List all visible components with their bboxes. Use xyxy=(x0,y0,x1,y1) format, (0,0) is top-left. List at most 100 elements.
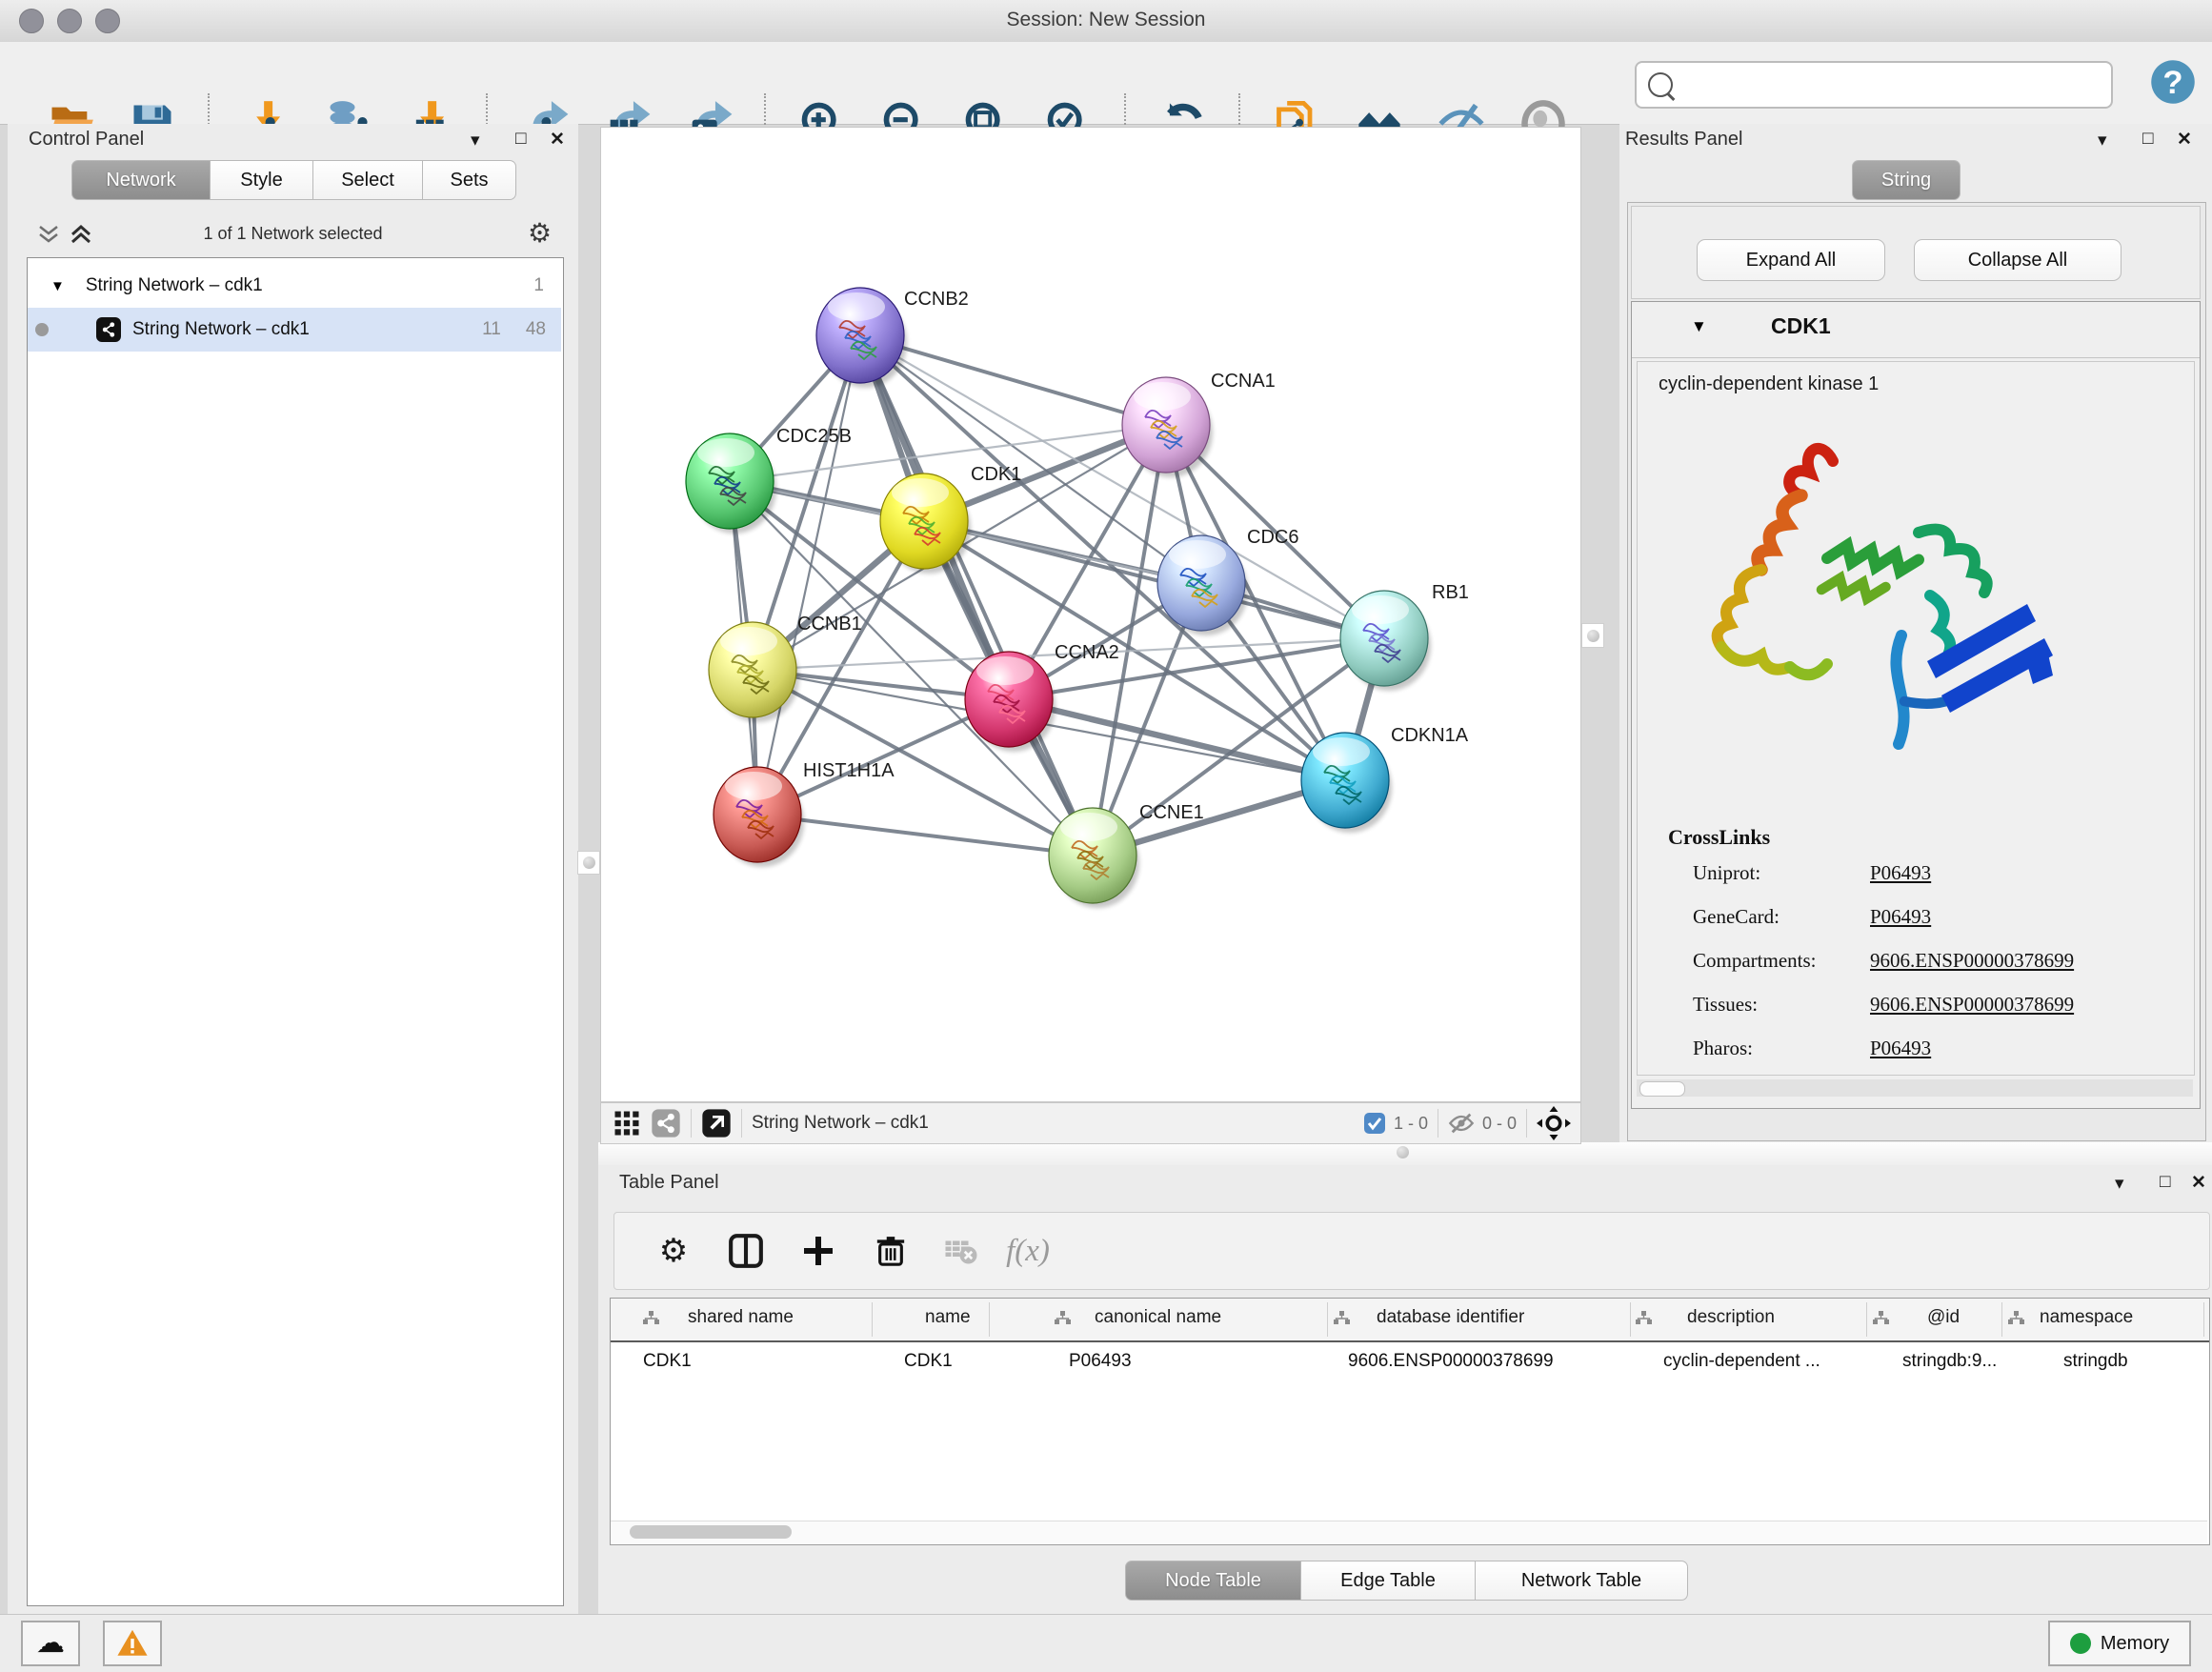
column-divider[interactable] xyxy=(989,1302,990,1337)
right-splitter-handle[interactable] xyxy=(1581,623,1604,648)
control-panel-collapse-icon[interactable]: ▾ xyxy=(471,130,480,151)
shared-column-icon xyxy=(1636,1311,1652,1330)
tab-sets[interactable]: Sets xyxy=(423,160,516,200)
gene-expander-icon[interactable]: ▼ xyxy=(1691,317,1707,336)
search-icon xyxy=(1648,72,1673,97)
tab-string[interactable]: String xyxy=(1852,160,1961,200)
node-CCNB2[interactable] xyxy=(816,288,907,388)
node-CCNA1[interactable] xyxy=(1122,377,1213,477)
tab-edge-table[interactable]: Edge Table xyxy=(1301,1561,1476,1601)
warning-button[interactable] xyxy=(103,1621,162,1666)
table-panel-collapse-icon[interactable]: ▾ xyxy=(2115,1173,2124,1195)
table-scrollbar[interactable] xyxy=(611,1521,2207,1543)
results-panel-close-icon[interactable]: ✕ xyxy=(2177,129,2192,151)
show-columns-icon[interactable] xyxy=(721,1226,771,1276)
column-divider[interactable] xyxy=(2203,1302,2204,1337)
crosslink-link[interactable]: 9606.ENSP00000378699 xyxy=(1870,993,2074,1017)
edge-CCNB2-HIST1H1A[interactable] xyxy=(757,335,860,815)
help-button[interactable]: ? xyxy=(2148,57,2198,111)
network-node-count: 11 xyxy=(482,319,501,340)
node-HIST1H1A[interactable] xyxy=(714,767,804,867)
network-canvas[interactable]: CCNB2CCNA1CDC25BCDK1CDC6RB1CCNB1CCNA2CDK… xyxy=(600,127,1581,1102)
status-bar: ☁ Memory xyxy=(0,1614,2212,1672)
node-label-CCNB2: CCNB2 xyxy=(904,289,969,310)
network-collection-count: 1 xyxy=(533,275,544,296)
column-header-description[interactable]: description xyxy=(1687,1307,1775,1328)
node-label-CDC25B: CDC25B xyxy=(776,426,852,447)
crosslink-link[interactable]: P06493 xyxy=(1870,861,1931,885)
table-settings-gear-icon[interactable]: ⚙ xyxy=(649,1226,698,1276)
control-panel-float-icon[interactable]: □ xyxy=(515,129,526,150)
table-cell: CDK1 xyxy=(643,1351,692,1372)
fit-content-icon[interactable] xyxy=(1537,1106,1571,1140)
network-collection-row[interactable]: ▼ String Network – cdk1 1 xyxy=(28,264,561,308)
column-header-database-identifier[interactable]: database identifier xyxy=(1377,1307,1524,1328)
hidden-eye-icon[interactable] xyxy=(1448,1110,1475,1137)
column-divider[interactable] xyxy=(1630,1302,1631,1337)
table-panel-title: Table Panel xyxy=(619,1172,719,1194)
window-title: Session: New Session xyxy=(0,9,2212,31)
string-results-container: Expand All Collapse All ▼ CDK1 cyclin-de… xyxy=(1627,202,2206,1141)
table-panel-float-icon[interactable]: □ xyxy=(2160,1172,2170,1193)
crosslink-label: GeneCard: xyxy=(1693,905,1780,929)
tree-expander-icon[interactable]: ▼ xyxy=(50,278,65,294)
memory-button[interactable]: Memory xyxy=(2048,1621,2191,1666)
delete-table-icon[interactable] xyxy=(936,1226,986,1276)
node-CDK1[interactable] xyxy=(880,473,971,574)
control-panel-close-icon[interactable]: ✕ xyxy=(550,129,565,151)
tab-network-table[interactable]: Network Table xyxy=(1476,1561,1688,1601)
left-splitter-handle[interactable] xyxy=(577,851,600,875)
search-input[interactable] xyxy=(1679,73,2111,96)
tab-node-table[interactable]: Node Table xyxy=(1125,1561,1301,1601)
gear-icon[interactable]: ⚙ xyxy=(528,217,552,249)
crosslink-link[interactable]: 9606.ENSP00000378699 xyxy=(1870,949,2074,973)
network-row-label: String Network – cdk1 xyxy=(132,319,310,340)
column-divider[interactable] xyxy=(1327,1302,1328,1337)
results-panel: Results Panel ▾ □ ✕ String Expand All Co… xyxy=(1619,124,2212,1142)
node-label-CCNA1: CCNA1 xyxy=(1211,371,1276,392)
open-external-icon[interactable] xyxy=(701,1108,732,1138)
results-panel-float-icon[interactable]: □ xyxy=(2142,129,2153,150)
cloud-icon: ☁ xyxy=(36,1634,65,1653)
add-column-icon[interactable] xyxy=(794,1226,843,1276)
column-divider[interactable] xyxy=(1866,1302,1867,1337)
cloud-button[interactable]: ☁ xyxy=(21,1621,80,1666)
memory-status-icon xyxy=(2070,1633,2091,1654)
horizontal-splitter[interactable] xyxy=(598,1142,2212,1165)
crosslink-link[interactable]: P06493 xyxy=(1870,905,1931,929)
tab-style[interactable]: Style xyxy=(211,160,313,200)
network-view-toolbar: String Network – cdk1 1 - 0 0 - 0 xyxy=(600,1102,1581,1144)
node-CCNE1[interactable] xyxy=(1049,808,1139,908)
edge-HIST1H1A-CCNE1[interactable] xyxy=(757,815,1093,856)
column-header-namespace[interactable]: namespace xyxy=(2040,1307,2133,1328)
crosslink-link[interactable]: P06493 xyxy=(1870,1037,1931,1060)
protein-structure-image xyxy=(1690,421,2061,764)
tab-network[interactable]: Network xyxy=(71,160,211,200)
network-row-selected[interactable]: String Network – cdk1 11 48 xyxy=(28,308,561,352)
node-CDKN1A[interactable] xyxy=(1301,733,1392,833)
node-label-CCNB1: CCNB1 xyxy=(797,614,862,635)
table-panel-close-icon[interactable]: ✕ xyxy=(2191,1172,2206,1194)
selected-checkbox-icon[interactable] xyxy=(1363,1112,1386,1135)
node-RB1[interactable] xyxy=(1340,591,1431,691)
node-label-HIST1H1A: HIST1H1A xyxy=(803,760,895,781)
expand-all-button[interactable]: Expand All xyxy=(1697,239,1885,281)
network-view-icon[interactable] xyxy=(651,1108,681,1138)
column-header-canonical-name[interactable]: canonical name xyxy=(1095,1307,1221,1328)
column-header-shared-name[interactable]: shared name xyxy=(688,1307,794,1328)
column-divider[interactable] xyxy=(872,1302,873,1337)
collapse-all-button[interactable]: Collapse All xyxy=(1914,239,2122,281)
results-scrollbar[interactable] xyxy=(1637,1079,2193,1097)
edge-CCNB2-CCNE1[interactable] xyxy=(860,335,1093,856)
tab-select[interactable]: Select xyxy=(313,160,423,200)
gene-description: cyclin-dependent kinase 1 xyxy=(1659,373,1879,395)
delete-column-icon[interactable] xyxy=(866,1226,915,1276)
gene-section-header[interactable]: ▼ CDK1 xyxy=(1632,302,2200,358)
function-builder-icon[interactable]: f(x) xyxy=(1003,1226,1053,1276)
column-divider[interactable] xyxy=(2001,1302,2002,1337)
results-panel-collapse-icon[interactable]: ▾ xyxy=(2098,130,2107,151)
column-header-@id[interactable]: @id xyxy=(1927,1307,1960,1328)
grid-view-icon[interactable] xyxy=(613,1109,641,1138)
column-header-name[interactable]: name xyxy=(925,1307,971,1328)
node-CDC25B[interactable] xyxy=(686,433,776,534)
